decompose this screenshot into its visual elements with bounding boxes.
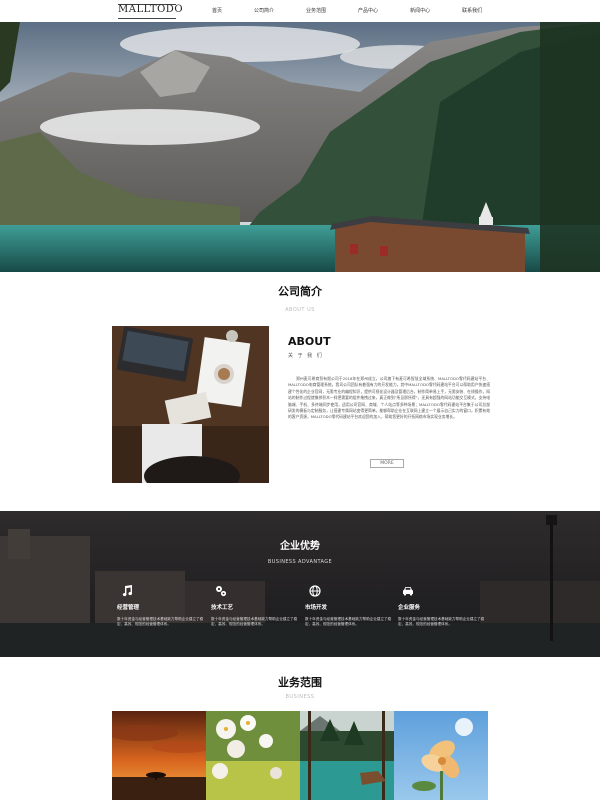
advantage-background-image <box>0 511 600 657</box>
advantage-item-market: 市场开发 数十年资金与经营管理技术基础致力帮助企业建立了稳定、高效、规范的经营管… <box>305 585 397 627</box>
business-section-title: 业务范围 <box>278 676 322 689</box>
hero-banner <box>0 22 600 272</box>
business-tile-blossom[interactable] <box>206 711 300 800</box>
nav-item-home[interactable]: 首页 <box>196 0 238 22</box>
business-tile-flower[interactable] <box>394 711 488 800</box>
site-logo[interactable]: MALLTODO <box>118 3 183 19</box>
advantage-desc: 数十年资金与经营管理技术基础致力帮助企业建立了稳定、高效、规范的经营管理体系。 <box>398 617 485 626</box>
globe-icon <box>309 585 321 597</box>
advantage-name: 企业服务 <box>398 605 421 611</box>
about-workspace-image <box>112 326 269 483</box>
advantage-item-management: 经营管理 数十年资金与经营管理技术基础致力帮助企业建立了稳定、高效、规范的经营管… <box>117 585 209 627</box>
about-section-title: 公司简介 <box>278 285 322 298</box>
advantage-desc: 数十年资金与经营管理技术基础致力帮助企业建立了稳定、高效、规范的经营管理体系。 <box>305 617 392 626</box>
about-heading-cn: 关 于 我 们 <box>288 353 324 359</box>
advantage-title: 企业优势 <box>280 541 320 552</box>
business-tile-lake-forest[interactable] <box>300 711 394 800</box>
logo-text: MALLTODO <box>118 4 184 15</box>
main-nav: 首页 公司简介 业务范围 产品中心 新闻中心 联系我们 <box>196 0 498 22</box>
nav-item-products[interactable]: 产品中心 <box>342 0 394 22</box>
advantage-item-service: 企业服务 数十年资金与经营管理技术基础致力帮助企业建立了稳定、高效、规范的经营管… <box>398 585 490 627</box>
advantage-name: 技术工艺 <box>211 605 234 611</box>
business-tile-sunset[interactable] <box>112 711 206 800</box>
gears-icon <box>216 586 227 597</box>
nav-item-business[interactable]: 业务范围 <box>290 0 342 22</box>
advantage-name: 经营管理 <box>117 605 140 611</box>
advantage-subtitle: BUSINESS ADVANTAGE <box>267 559 333 565</box>
about-heading: ABOUT <box>288 335 331 348</box>
about-body-text: 郑州麦可希商贸有限公司于2018年在郑州成立，公司旗下有麦可希智慧全域系统、MA… <box>288 376 490 420</box>
advantage-section: 企业优势 BUSINESS ADVANTAGE 经营管理 数十年资金与经营管理技… <box>0 511 600 657</box>
nav-item-contact[interactable]: 联系我们 <box>446 0 498 22</box>
advantage-desc: 数十年资金与经营管理技术基础致力帮助企业建立了稳定、高效、规范的经营管理体系。 <box>211 617 298 626</box>
more-button[interactable]: MORE <box>370 459 404 468</box>
music-note-icon <box>122 585 133 597</box>
top-navigation-bar: MALLTODO 首页 公司简介 业务范围 产品中心 新闻中心 联系我们 <box>0 0 600 22</box>
nav-item-news[interactable]: 新闻中心 <box>394 0 446 22</box>
advantage-desc: 数十年资金与经营管理技术基础致力帮助企业建立了稳定、高效、规范的经营管理体系。 <box>117 617 204 626</box>
hero-mountain-lake-image <box>0 22 600 272</box>
car-icon <box>403 587 413 596</box>
nav-item-about[interactable]: 公司简介 <box>238 0 290 22</box>
advantage-name: 市场开发 <box>305 605 328 611</box>
business-section-subtitle: BUSINESS <box>285 694 315 700</box>
about-section-subtitle: ABOUT US <box>285 307 315 313</box>
advantage-item-technology: 技术工艺 数十年资金与经营管理技术基础致力帮助企业建立了稳定、高效、规范的经营管… <box>211 585 303 627</box>
